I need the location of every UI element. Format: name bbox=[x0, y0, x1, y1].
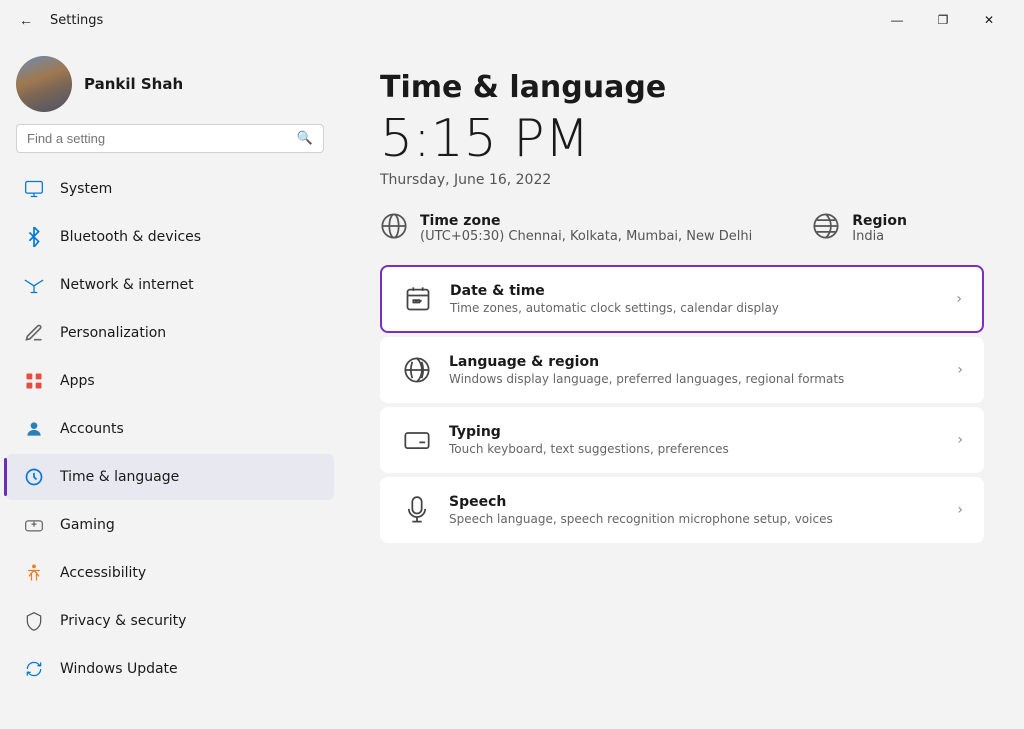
sidebar-item-accessibility[interactable]: Accessibility bbox=[6, 550, 334, 596]
speech-title: Speech bbox=[449, 494, 941, 510]
search-box[interactable]: 🔍 bbox=[16, 124, 324, 153]
speech-desc: Speech language, speech recognition micr… bbox=[449, 512, 941, 526]
back-button[interactable]: ← bbox=[12, 6, 40, 34]
sidebar-label-system: System bbox=[60, 181, 112, 197]
close-button[interactable]: ✕ bbox=[966, 4, 1012, 36]
date-time-text: Date & time Time zones, automatic clock … bbox=[450, 283, 940, 315]
card-language[interactable]: Language & region Windows display langua… bbox=[380, 337, 984, 403]
app-body: Pankil Shah 🔍 System Bluetooth & devices bbox=[0, 40, 1024, 729]
speech-text: Speech Speech language, speech recogniti… bbox=[449, 494, 941, 526]
page-title: Time & language bbox=[380, 70, 984, 105]
gaming-icon bbox=[22, 513, 46, 537]
sidebar-item-bluetooth[interactable]: Bluetooth & devices bbox=[6, 214, 334, 260]
sidebar-item-system[interactable]: System bbox=[6, 166, 334, 212]
current-time: 5:15 PM bbox=[380, 111, 984, 168]
time-icon bbox=[22, 465, 46, 489]
sidebar-label-accessibility: Accessibility bbox=[60, 565, 146, 581]
title-bar: ← Settings — ❐ ✕ bbox=[0, 0, 1024, 40]
region-value: India bbox=[852, 229, 907, 244]
app-title: Settings bbox=[50, 13, 103, 28]
date-time-icon bbox=[402, 283, 434, 315]
sidebar-label-gaming: Gaming bbox=[60, 517, 115, 533]
date-time-title: Date & time bbox=[450, 283, 940, 299]
sidebar-label-accounts: Accounts bbox=[60, 421, 124, 437]
sidebar-item-network[interactable]: Network & internet bbox=[6, 262, 334, 308]
bluetooth-icon bbox=[22, 225, 46, 249]
typing-icon bbox=[401, 424, 433, 456]
current-date: Thursday, June 16, 2022 bbox=[380, 172, 984, 188]
accounts-icon bbox=[22, 417, 46, 441]
sidebar-label-privacy: Privacy & security bbox=[60, 613, 186, 629]
timezone-label: Time zone bbox=[420, 213, 752, 229]
user-profile: Pankil Shah bbox=[0, 40, 340, 124]
card-date-time[interactable]: Date & time Time zones, automatic clock … bbox=[380, 265, 984, 333]
speech-icon bbox=[401, 494, 433, 526]
sidebar-label-time: Time & language bbox=[60, 469, 179, 485]
typing-title: Typing bbox=[449, 424, 941, 440]
search-input[interactable] bbox=[27, 131, 289, 146]
network-icon bbox=[22, 273, 46, 297]
personalization-icon bbox=[22, 321, 46, 345]
sidebar-item-personalization[interactable]: Personalization bbox=[6, 310, 334, 356]
language-chevron: › bbox=[957, 362, 963, 378]
timezone-icon bbox=[380, 212, 408, 245]
sidebar-label-bluetooth: Bluetooth & devices bbox=[60, 229, 201, 245]
sidebar-label-network: Network & internet bbox=[60, 277, 194, 293]
sidebar-item-apps[interactable]: Apps bbox=[6, 358, 334, 404]
region-info: Region India bbox=[812, 212, 907, 245]
typing-text: Typing Touch keyboard, text suggestions,… bbox=[449, 424, 941, 456]
sidebar-item-accounts[interactable]: Accounts bbox=[6, 406, 334, 452]
sidebar-item-gaming[interactable]: Gaming bbox=[6, 502, 334, 548]
maximize-button[interactable]: ❐ bbox=[920, 4, 966, 36]
card-typing[interactable]: Typing Touch keyboard, text suggestions,… bbox=[380, 407, 984, 473]
apps-icon bbox=[22, 369, 46, 393]
user-name: Pankil Shah bbox=[84, 75, 183, 93]
timezone-value: (UTC+05:30) Chennai, Kolkata, Mumbai, Ne… bbox=[420, 229, 752, 244]
language-desc: Windows display language, preferred lang… bbox=[449, 372, 941, 386]
date-time-desc: Time zones, automatic clock settings, ca… bbox=[450, 301, 940, 315]
sidebar-item-update[interactable]: Windows Update bbox=[6, 646, 334, 692]
sidebar-item-time[interactable]: Time & language bbox=[6, 454, 334, 500]
date-time-chevron: › bbox=[956, 291, 962, 307]
info-row: Time zone (UTC+05:30) Chennai, Kolkata, … bbox=[380, 212, 984, 245]
language-icon bbox=[401, 354, 433, 386]
language-title: Language & region bbox=[449, 354, 941, 370]
card-speech[interactable]: Speech Speech language, speech recogniti… bbox=[380, 477, 984, 543]
sidebar-label-personalization: Personalization bbox=[60, 325, 166, 341]
typing-desc: Touch keyboard, text suggestions, prefer… bbox=[449, 442, 941, 456]
search-icon: 🔍 bbox=[297, 131, 313, 146]
typing-chevron: › bbox=[957, 432, 963, 448]
window-controls: — ❐ ✕ bbox=[874, 4, 1012, 36]
region-icon bbox=[812, 212, 840, 245]
minimize-button[interactable]: — bbox=[874, 4, 920, 36]
settings-list: Date & time Time zones, automatic clock … bbox=[380, 265, 984, 543]
content-area: Time & language 5:15 PM Thursday, June 1… bbox=[340, 40, 1024, 729]
accessibility-icon bbox=[22, 561, 46, 585]
region-label: Region bbox=[852, 213, 907, 229]
timezone-info: Time zone (UTC+05:30) Chennai, Kolkata, … bbox=[380, 212, 752, 245]
speech-chevron: › bbox=[957, 502, 963, 518]
sidebar-item-privacy[interactable]: Privacy & security bbox=[6, 598, 334, 644]
update-icon bbox=[22, 657, 46, 681]
sidebar-label-update: Windows Update bbox=[60, 661, 178, 677]
sidebar-label-apps: Apps bbox=[60, 373, 95, 389]
search-container: 🔍 bbox=[0, 124, 340, 165]
privacy-icon bbox=[22, 609, 46, 633]
language-text: Language & region Windows display langua… bbox=[449, 354, 941, 386]
avatar bbox=[16, 56, 72, 112]
sidebar: Pankil Shah 🔍 System Bluetooth & devices bbox=[0, 40, 340, 729]
system-icon bbox=[22, 177, 46, 201]
